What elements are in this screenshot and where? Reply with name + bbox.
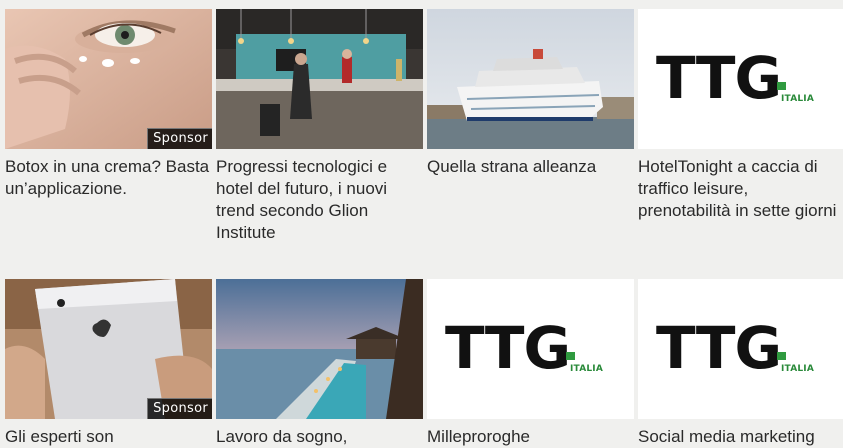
sponsor-badge: Sponsor bbox=[147, 128, 212, 149]
ttg-logo-text: TTG bbox=[656, 44, 782, 112]
ttg-logo-sub: ITALIA bbox=[570, 364, 604, 374]
ttg-logo-accent bbox=[777, 352, 786, 360]
article-thumbnail[interactable] bbox=[427, 9, 634, 149]
hotel-lobby-photo bbox=[216, 9, 423, 149]
article-card[interactable]: TTG ITALIA HotelTonight a caccia di traf… bbox=[638, 9, 843, 220]
ttg-logo-sub: ITALIA bbox=[781, 364, 815, 374]
sponsor-badge: Sponsor bbox=[147, 398, 212, 419]
cruise-ship-photo bbox=[427, 9, 634, 149]
ttg-logo-sub: ITALIA bbox=[781, 94, 815, 104]
article-title[interactable]: Progressi tecnologici e hotel del futuro… bbox=[216, 156, 423, 244]
article-thumbnail[interactable] bbox=[216, 279, 423, 419]
ttg-logo-text: TTG bbox=[656, 314, 782, 382]
ttg-logo[interactable]: TTG ITALIA bbox=[638, 9, 843, 149]
article-title[interactable]: Milleproroghe bbox=[427, 426, 634, 448]
article-thumbnail[interactable] bbox=[216, 9, 423, 149]
ttg-logo-accent bbox=[777, 82, 786, 90]
ttg-logo[interactable]: TTG ITALIA bbox=[427, 279, 634, 419]
article-title[interactable]: HotelTonight a caccia di traffico leisur… bbox=[638, 156, 843, 222]
article-title[interactable]: Gli esperti son bbox=[5, 426, 212, 448]
article-card[interactable]: TTG ITALIA Milleproroghe bbox=[427, 279, 634, 446]
article-title[interactable]: Quella strana alleanza bbox=[427, 156, 634, 178]
article-title[interactable]: Botox in una crema? Basta un’applicazion… bbox=[5, 156, 212, 200]
ttg-logo-text: TTG bbox=[445, 314, 571, 382]
article-thumbnail[interactable]: Sponsor bbox=[5, 279, 212, 419]
ttg-logo-accent bbox=[566, 352, 575, 360]
article-thumbnail[interactable]: Sponsor bbox=[5, 9, 212, 149]
resort-sunset-photo bbox=[216, 279, 423, 419]
article-card[interactable]: TTG ITALIA Social media marketing bbox=[638, 279, 843, 446]
ttg-logo[interactable]: TTG ITALIA bbox=[638, 279, 843, 419]
article-title[interactable]: Lavoro da sogno, bbox=[216, 426, 423, 448]
article-title[interactable]: Social media marketing bbox=[638, 426, 843, 448]
